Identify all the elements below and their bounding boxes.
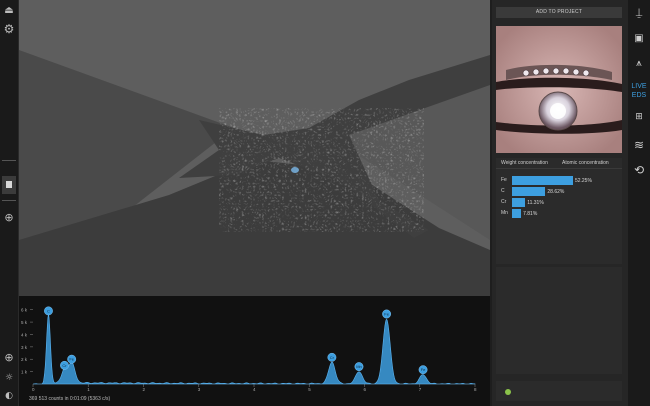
zoom-in-icon[interactable]: ⊕ [3,352,15,364]
x-tick-label: 8 [474,387,477,392]
divider [2,160,16,161]
x-tick-label: 0 [32,387,35,392]
right-panel: ADD TO PROJECT Weight concentration Atom… [492,0,628,406]
add-to-project-button[interactable]: ADD TO PROJECT [496,7,622,18]
peak-label-text: Fe [69,357,74,362]
grid-icon[interactable]: ⊞ [631,110,647,124]
concentration-panel: Weight concentration Atomic concentratio… [496,158,622,264]
peak-label-text: Fe [384,312,389,317]
element-symbol: C [501,188,505,194]
element-symbol: Cr [501,199,507,205]
sem-image-view[interactable] [19,0,490,296]
x-tick-label: 6 [364,387,367,392]
peak-label-text: Cr [330,355,335,360]
peak-label-text: Mn [356,364,362,369]
peak-label-text: Cr [62,363,67,368]
peak-label[interactable]: Cr [327,352,337,362]
peak-label[interactable]: Fe [382,309,391,319]
concentration-bar [512,209,522,218]
concentration-value: 52.25% [574,177,592,184]
status-area [496,381,622,401]
probe-icon[interactable]: ⍊ [631,6,647,20]
y-tick-label: 1 k [21,370,28,375]
crosshair-icon[interactable]: ⊕ [3,212,15,224]
divider [496,168,622,169]
live-label: LIVE [631,83,647,90]
x-tick-label: 2 [143,387,146,392]
sample-photo [496,26,622,153]
eds-label: EDS [631,92,647,99]
y-tick-label: 2 k [21,357,28,362]
concentration-value: 7.81% [523,210,538,217]
tab-weight-concentration[interactable]: Weight concentration [501,160,548,166]
peak-label[interactable]: C [44,306,53,316]
settings-icon[interactable]: ⚙ [3,23,15,35]
left-toolbar: ⏏ ⚙ ⊕ ⊕ ☼ ◐ [0,0,19,406]
secondary-panel [496,267,622,374]
element-symbol: Mn [501,210,508,216]
concentration-value: 11.31% [527,199,544,206]
peak-label-text: C [47,308,50,313]
peak-label-text: Fe [421,367,426,372]
brightness-icon[interactable]: ☼ [3,372,15,384]
x-tick-label: 3 [198,387,201,392]
peak-label[interactable]: Cr [60,360,69,370]
spectrum-icon[interactable]: ⩚ [631,57,647,71]
eds-spectrum[interactable]: 6 k5 k4 k3 k2 k1 k 012345678 C Cr Fe Cr Mn Fe… [19,296,490,406]
element-symbol: Fe [501,177,507,183]
concentration-bar [512,198,526,207]
image-icon[interactable]: ▣ [631,32,647,46]
contrast-icon[interactable]: ◐ [3,390,15,402]
spectrum-plot: 6 k5 k4 k3 k2 k1 k 012345678 CCrFe CrMnFe… [21,306,477,392]
y-tick-label: 3 k [21,345,28,350]
right-toolbar: ⍊ ▣ ⩚ LIVE EDS ⊞ ≋ ⟲ [628,0,650,406]
stop-button[interactable] [2,176,16,194]
y-tick-label: 5 k [21,320,28,325]
live-eds-button[interactable]: LIVE EDS [628,82,650,100]
stop-icon [6,181,12,188]
spectrum-area [32,314,476,385]
x-tick-label: 1 [87,387,90,392]
concentration-bar [512,187,546,196]
concentration-bar [512,176,573,185]
peak-label[interactable]: Fe [418,365,428,375]
y-tick-label: 4 k [21,332,28,337]
peak-label[interactable]: Mn [354,362,364,372]
status-indicator [505,389,511,395]
rotate-icon[interactable]: ⟲ [631,163,647,177]
x-tick-label: 7 [419,387,422,392]
tab-atomic-concentration[interactable]: Atomic concentration [562,160,609,166]
eject-icon[interactable]: ⏏ [3,5,15,17]
x-tick-label: 5 [308,387,311,392]
concentration-value: 28.62% [547,188,565,195]
counts-summary: 369 513 counts in 0:01:09 (5363 c/s) [29,396,111,402]
divider [2,200,16,201]
y-tick-label: 6 k [21,308,28,313]
x-tick-label: 4 [253,387,256,392]
layers-icon[interactable]: ≋ [631,138,647,152]
sem-image [19,0,490,296]
peak-label[interactable]: Fe [67,354,77,364]
